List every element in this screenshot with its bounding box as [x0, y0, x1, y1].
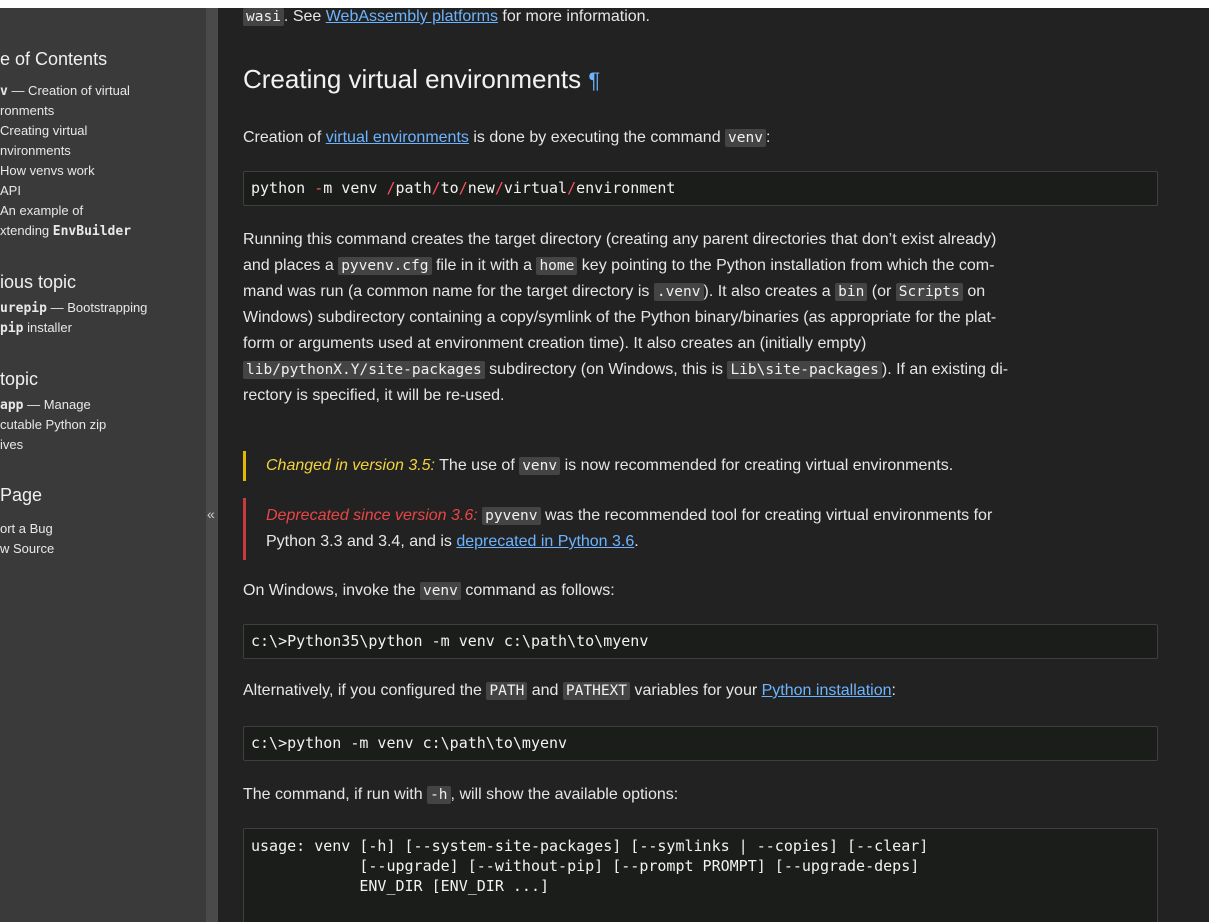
alternative-paragraph: Alternatively, if you configured the PAT…	[243, 682, 896, 700]
main-content: wasi. See WebAssembly platforms for more…	[218, 8, 1209, 922]
intro-wasi-line: wasi. See WebAssembly platforms for more…	[243, 8, 1160, 26]
sidebar: e of Contents v — Creation of virtual ro…	[0, 8, 206, 922]
toc-item-extending[interactable]: xtending EnvBuilder	[0, 221, 131, 242]
toc-item-how-venvs-work[interactable]: How venvs work	[0, 161, 95, 181]
code-block-create: python -m venv /path/to/new/virtual/envi…	[243, 171, 1158, 206]
next-topic-link-cont2[interactable]: ives	[0, 435, 23, 455]
desc-line-3: mand was run (a common name for the targ…	[243, 283, 986, 301]
toc-heading: e of Contents	[0, 49, 108, 69]
desc-line-1: Running this command creates the target …	[243, 231, 997, 248]
code-block-windows: c:\>Python35\python -m venv c:\path\to\m…	[243, 624, 1158, 659]
toc-item-creating[interactable]: Creating virtual	[0, 121, 87, 141]
webassembly-platforms-link[interactable]: WebAssembly platforms	[326, 8, 498, 25]
permalink-icon[interactable]: ¶	[588, 68, 600, 93]
top-strip	[0, 0, 1209, 8]
toc-item-api[interactable]: API	[0, 181, 21, 201]
previous-topic-link[interactable]: urepip — Bootstrapping	[0, 298, 147, 319]
previous-topic-heading: ious topic	[0, 272, 77, 292]
next-topic-heading: topic	[0, 369, 39, 389]
virtual-environments-link[interactable]: virtual environments	[326, 129, 469, 146]
toc-item-venv[interactable]: v — Creation of virtual	[0, 81, 130, 102]
section-heading: Creating virtual environments ¶	[243, 64, 601, 94]
report-bug-link[interactable]: ort a Bug	[0, 519, 53, 539]
desc-line-7: rectory is specified, it will be re-used…	[243, 387, 505, 404]
desc-line-6: lib/pythonX.Y/site-packages subdirectory…	[243, 357, 1160, 383]
next-topic-link-cont[interactable]: cutable Python zip	[0, 415, 106, 435]
code-block-usage: usage: venv [-h] [--system-site-packages…	[243, 828, 1158, 922]
toc-item-venv-cont[interactable]: ronments	[0, 101, 54, 121]
help-paragraph: The command, if run with -h, will show t…	[243, 786, 679, 804]
python-installation-link[interactable]: Python installation	[762, 682, 892, 699]
deprecated-link[interactable]: deprecated in Python 3.6	[456, 533, 634, 550]
toc-item-creating-cont[interactable]: nvironments	[0, 141, 71, 161]
sidebar-collapse-button[interactable]: «	[206, 8, 218, 922]
deprecated-label: Deprecated since version 3.6:	[266, 507, 478, 524]
windows-paragraph: On Windows, invoke the venv command as f…	[243, 582, 615, 600]
toc-item-example[interactable]: An example of	[0, 201, 83, 221]
show-source-link[interactable]: w Source	[0, 539, 54, 559]
collapse-chevron-icon: «	[207, 506, 215, 522]
version-changed-note: Changed in version 3.5: The use of venv …	[243, 451, 1160, 481]
this-page-heading: Page	[0, 485, 43, 505]
next-topic-link[interactable]: app — Manage	[0, 395, 91, 416]
deprecated-note: Deprecated since version 3.6: pyvenv was…	[243, 498, 1160, 560]
code-block-path: c:\>python -m venv c:\path\to\myenv	[243, 726, 1158, 761]
intro-paragraph: Creation of virtual environments is done…	[243, 129, 771, 147]
desc-line-4: Windows) subdirectory containing a copy/…	[243, 309, 997, 326]
description-paragraph: Running this command creates the target …	[243, 227, 1160, 409]
previous-topic-link-cont[interactable]: pip installer	[0, 318, 72, 339]
desc-line-2: and places a pyvenv.cfg file in it with …	[243, 257, 995, 275]
desc-line-5: form or arguments used at environment cr…	[243, 335, 867, 352]
version-changed-label: Changed in version 3.5:	[266, 457, 435, 474]
